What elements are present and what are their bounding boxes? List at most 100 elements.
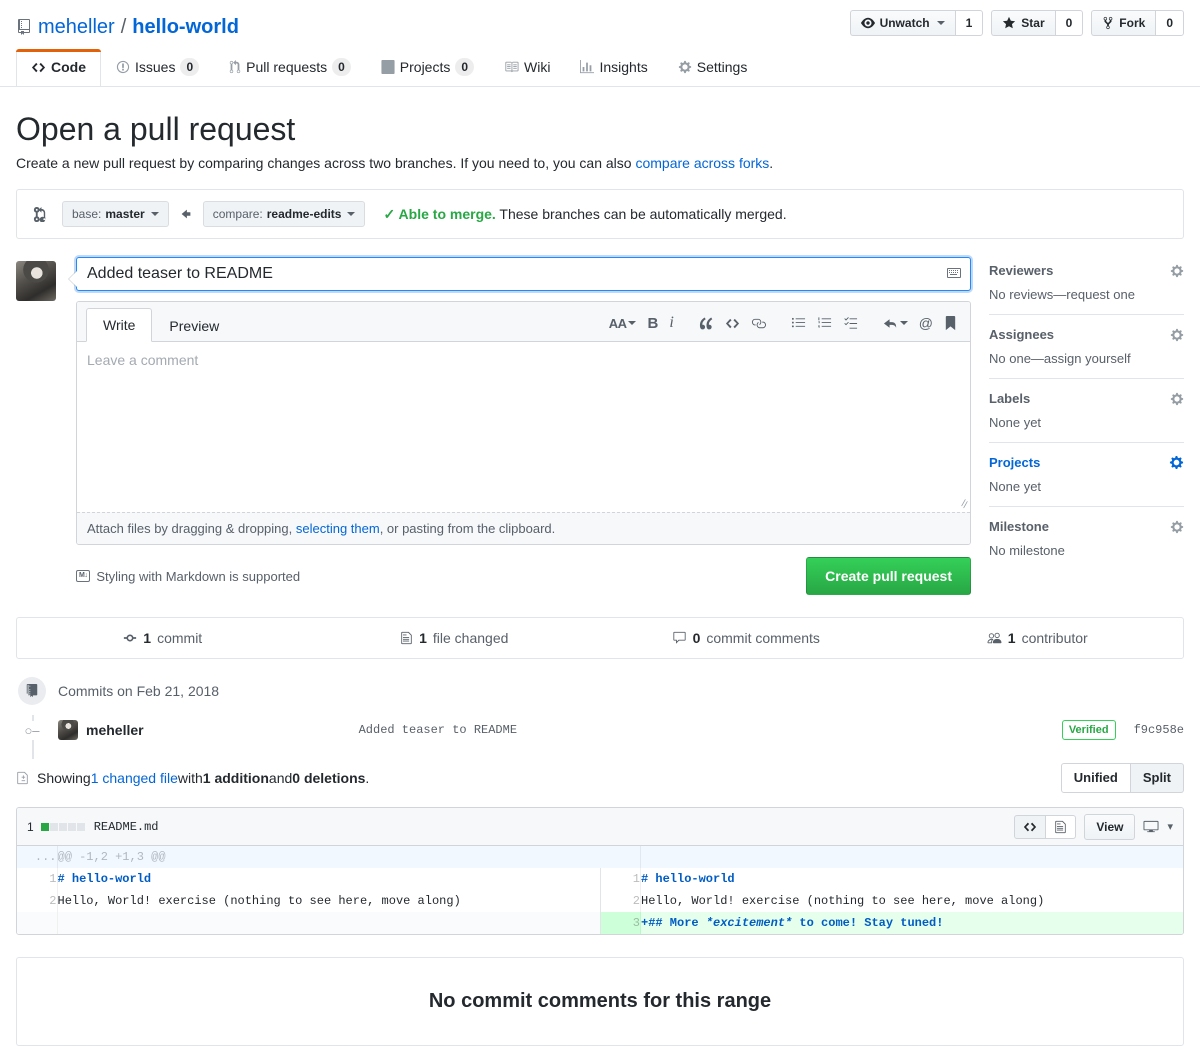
star-icon — [1002, 16, 1016, 30]
line-content-right[interactable]: # hello-world — [641, 868, 1184, 890]
issues-count: 0 — [180, 58, 200, 76]
view-file-button[interactable]: View — [1084, 813, 1136, 840]
commit-node: ○– — [24, 720, 40, 740]
line-content-left[interactable]: # hello-world — [57, 868, 600, 890]
stat-commits[interactable]: 1 commit — [17, 618, 309, 658]
gear-icon[interactable] — [1169, 455, 1184, 470]
tab-wiki[interactable]: Wiki — [489, 49, 565, 86]
tab-preview[interactable]: Preview — [152, 309, 236, 342]
assignees-title: Assignees — [989, 327, 1055, 342]
heading-icon[interactable]: AA — [605, 315, 641, 332]
unified-view-button[interactable]: Unified — [1060, 763, 1131, 793]
commits-day-label: Commits on Feb 21, 2018 — [58, 683, 220, 699]
tab-insights-label: Insights — [599, 59, 648, 75]
unwatch-button[interactable]: Unwatch — [849, 10, 955, 36]
bold-icon[interactable]: B — [643, 314, 662, 333]
repo-actions: Unwatch 1 Star 0 Fork 0 — [849, 10, 1184, 36]
gear-icon[interactable] — [1170, 328, 1184, 342]
graph-icon — [580, 60, 595, 74]
keyboard-icon[interactable] — [946, 265, 962, 281]
page-subtitle-period: . — [769, 155, 774, 171]
page-subtitle: Create a new pull request by comparing c… — [16, 155, 1184, 171]
fork-button[interactable]: Fork — [1091, 10, 1156, 36]
hunk-expand-left[interactable]: ... — [17, 846, 58, 868]
milestone-body: No milestone — [989, 543, 1065, 558]
tab-pull-requests[interactable]: Pull requests 0 — [214, 49, 366, 86]
line-content-right-added[interactable]: +## More *excitement* to come! Stay tune… — [640, 912, 1183, 934]
saved-replies-icon[interactable] — [940, 314, 961, 333]
comment-input[interactable] — [77, 342, 970, 512]
code-icon[interactable] — [721, 314, 744, 333]
gear-icon[interactable] — [1170, 264, 1184, 278]
rendered-view-button[interactable] — [1046, 814, 1077, 839]
reviewers-title: Reviewers — [989, 263, 1054, 278]
tab-code[interactable]: Code — [16, 49, 101, 86]
repo-name-link[interactable]: hello-world — [132, 16, 239, 39]
stat-contributors-count: 1 — [1007, 630, 1016, 646]
diff-summary-additions: 1 addition — [202, 770, 269, 786]
tab-issues[interactable]: Issues 0 — [101, 49, 214, 86]
ordered-list-icon[interactable] — [813, 314, 836, 333]
toolbar-group-text: AA B i — [605, 313, 678, 333]
diffstat-count: 1 — [27, 819, 34, 834]
compare-across-forks-link[interactable]: compare across forks — [635, 155, 769, 171]
stat-commit-comments[interactable]: 0 commit comments — [600, 618, 892, 658]
repo-icon — [16, 19, 32, 35]
commit-message[interactable]: Added teaser to README — [359, 723, 517, 737]
star-button[interactable]: Star — [991, 10, 1055, 36]
labels-header[interactable]: Labels — [989, 391, 1184, 406]
tab-write[interactable]: Write — [86, 308, 153, 342]
reviewers-header[interactable]: Reviewers — [989, 263, 1184, 278]
gear-icon[interactable] — [1170, 520, 1184, 534]
selecting-them-link[interactable]: selecting them — [296, 521, 380, 536]
diff-row: 1 # hello-world 1 # hello-world — [17, 868, 1183, 890]
chevron-down-icon — [899, 321, 908, 325]
changed-file-link[interactable]: 1 changed file — [91, 770, 178, 786]
tab-insights[interactable]: Insights — [565, 49, 662, 86]
commit-author-name[interactable]: meheller — [86, 722, 144, 738]
labels-title: Labels — [989, 391, 1031, 406]
base-branch-select[interactable]: base: master — [62, 201, 169, 227]
commit-icon — [123, 631, 137, 645]
pr-form: Write Preview AA B i — [16, 257, 971, 595]
tab-settings[interactable]: Settings — [663, 49, 763, 86]
comment-footer: M↓ Styling with Markdown is supported Cr… — [76, 557, 971, 595]
link-icon[interactable] — [747, 314, 770, 333]
stat-files-changed[interactable]: 1 file changed — [309, 618, 601, 658]
projects-header[interactable]: Projects — [989, 455, 1184, 470]
projects-body: None yet — [989, 479, 1042, 494]
source-view-button[interactable] — [1014, 814, 1047, 839]
stat-contributors[interactable]: 1 contributor — [892, 618, 1184, 658]
unordered-list-icon[interactable] — [787, 314, 810, 333]
task-list-icon[interactable] — [839, 314, 862, 333]
assignees-header[interactable]: Assignees — [989, 327, 1184, 342]
create-pull-request-button[interactable]: Create pull request — [806, 557, 971, 595]
file-name[interactable]: README.md — [94, 820, 159, 834]
reply-icon[interactable] — [879, 314, 912, 333]
pr-title-input[interactable] — [76, 257, 971, 291]
line-content-right[interactable]: Hello, World! exercise (nothing to see h… — [641, 890, 1184, 912]
sidebar-section-reviewers: Reviewers No reviews—request one — [989, 263, 1184, 315]
split-view-button[interactable]: Split — [1130, 763, 1184, 793]
markdown-supported-note[interactable]: M↓ Styling with Markdown is supported — [76, 569, 300, 584]
chevron-down-icon — [936, 21, 945, 25]
watch-count[interactable]: 1 — [954, 10, 984, 36]
tab-projects[interactable]: Projects 0 — [366, 49, 489, 86]
quote-icon[interactable] — [695, 314, 718, 333]
italic-icon[interactable]: i — [665, 313, 677, 333]
verified-badge[interactable]: Verified — [1061, 720, 1116, 740]
fork-count[interactable]: 0 — [1155, 10, 1184, 36]
commit-sha[interactable]: f9c958e — [1134, 723, 1184, 737]
mention-icon[interactable]: @ — [915, 314, 937, 332]
chevron-down-icon[interactable]: ▾ — [1167, 820, 1173, 833]
line-content-left[interactable]: Hello, World! exercise (nothing to see h… — [57, 890, 600, 912]
repo-owner-link[interactable]: meheller — [38, 16, 115, 39]
pr-stats-bar: 1 commit 1 file changed 0 commit comment… — [16, 617, 1184, 659]
gear-icon[interactable] — [1170, 392, 1184, 406]
compare-branch-select[interactable]: compare: readme-edits — [202, 201, 366, 227]
star-count[interactable]: 0 — [1054, 10, 1084, 36]
display-icon[interactable] — [1143, 819, 1159, 834]
sidebar-section-projects: Projects None yet — [989, 455, 1184, 507]
hunk-expand-right[interactable] — [600, 846, 641, 868]
milestone-header[interactable]: Milestone — [989, 519, 1184, 534]
